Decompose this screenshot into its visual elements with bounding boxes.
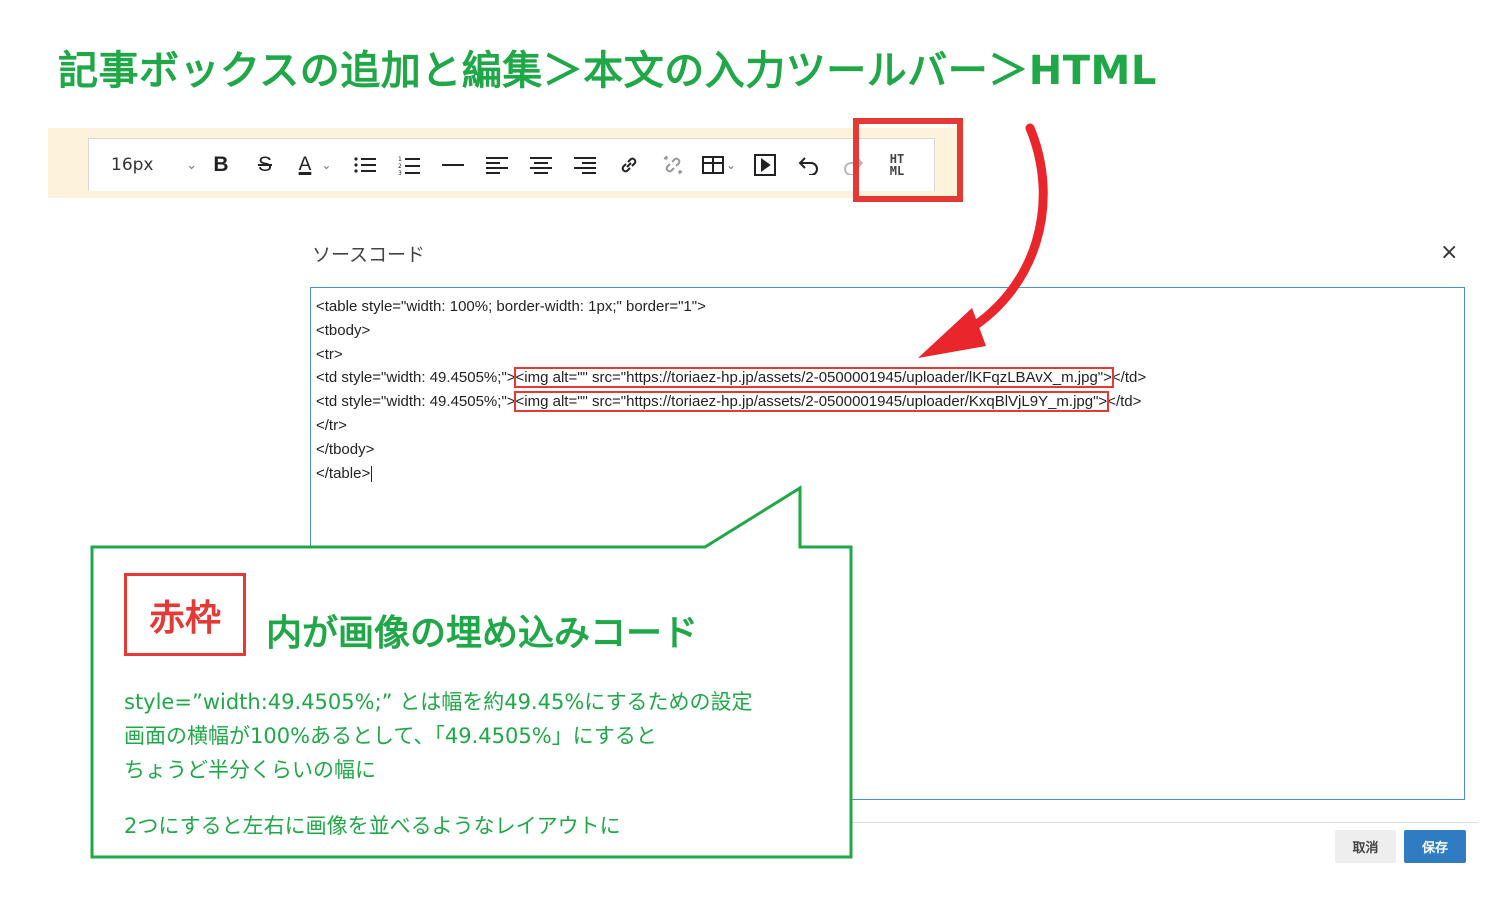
code-line: <tr> [316,345,343,363]
chevron-down-icon: ⌄ [186,157,197,173]
code-line: <td style="width: 49.4505%;"><img alt=""… [316,391,1142,413]
media-icon [754,154,776,176]
code-line: <table style="width: 100%; border-width:… [316,298,706,315]
media-button[interactable] [743,145,787,185]
img-code-highlight: <img alt="" src="https://toriaez-hp.jp/a… [513,367,1114,389]
code-td-open: <td style="width: 49.4505%;"> [316,393,516,411]
save-button[interactable]: 保存 [1404,830,1466,863]
font-color-icon: A [298,154,312,175]
code-td-close: </td> [1107,393,1142,411]
strikethrough-icon: S [257,153,272,176]
align-left-icon [486,157,508,174]
horizontal-rule-icon [442,164,464,166]
img-code-highlight: <img alt="" src="https://toriaez-hp.jp/a… [513,391,1110,413]
cancel-button[interactable]: 取消 [1335,830,1396,863]
code-line: <tbody> [316,321,371,339]
callout-heading: 内が画像の埋め込みコード [266,613,699,654]
align-right-icon [574,157,596,174]
align-right-button[interactable] [563,145,607,185]
bold-icon: B [213,153,229,176]
dialog-footer-divider [852,822,1478,823]
code-line: </tr> [316,416,347,434]
svg-text:3: 3 [398,170,402,175]
code-line: <td style="width: 49.4505%;"><img alt=""… [316,367,1147,389]
bold-button[interactable]: B [199,145,243,185]
chevron-down-icon: ⌄ [321,158,332,172]
undo-icon [798,157,818,175]
unlink-icon [663,155,683,175]
code-line: </tbody> [316,440,375,458]
code-line-text: </table> [316,464,371,482]
svg-text:1: 1 [398,156,402,163]
editor-toolbar: 16px ⌄ B S A ⌄ 123 ⌄ HT ML [88,138,935,191]
code-td-open: <td style="width: 49.4505%;"> [316,369,516,387]
align-center-button[interactable] [519,145,563,185]
table-icon [701,156,724,174]
link-button[interactable] [607,145,651,185]
chevron-down-icon: ⌄ [725,158,737,172]
code-line: </table> [316,464,373,482]
align-left-button[interactable] [475,145,519,185]
bullet-list-button[interactable] [343,145,387,185]
dialog-title: ソースコード [312,244,426,266]
undo-button[interactable] [787,145,831,185]
font-size-value: 16px [111,155,154,175]
table-button[interactable]: ⌄ [695,145,743,185]
callout-text-line: 画面の横幅が100%あるとして、「49.4505%」にすると [124,724,657,748]
font-size-select[interactable]: 16px ⌄ [111,155,199,175]
bullet-list-icon [354,157,376,173]
font-color-button[interactable]: A ⌄ [287,145,343,185]
numbered-list-button[interactable]: 123 [387,145,431,185]
callout-text-line: ちょうど半分くらいの幅に [124,758,376,782]
link-icon [621,157,637,173]
red-frame-badge: 赤枠 [124,573,246,656]
close-icon[interactable]: × [1440,240,1458,265]
callout-text-line: style=”width:49.4505%;” とは幅を約49.45%にするため… [124,690,753,714]
strikethrough-button[interactable]: S [243,145,287,185]
numbered-list-icon: 123 [398,156,420,175]
unlink-button[interactable] [651,145,695,185]
callout-text-line: 2つにすると左右に画像を並べるようなレイアウトに [124,814,621,838]
page-headline: 記事ボックスの追加と編集＞本文の入力ツールバー＞HTML [58,48,1157,94]
code-td-close: </td> [1111,369,1147,387]
align-center-icon [530,157,552,174]
text-caret [371,465,373,482]
horizontal-rule-button[interactable] [431,145,475,185]
svg-text:2: 2 [398,163,402,170]
red-arrow-annotation [918,123,1048,358]
